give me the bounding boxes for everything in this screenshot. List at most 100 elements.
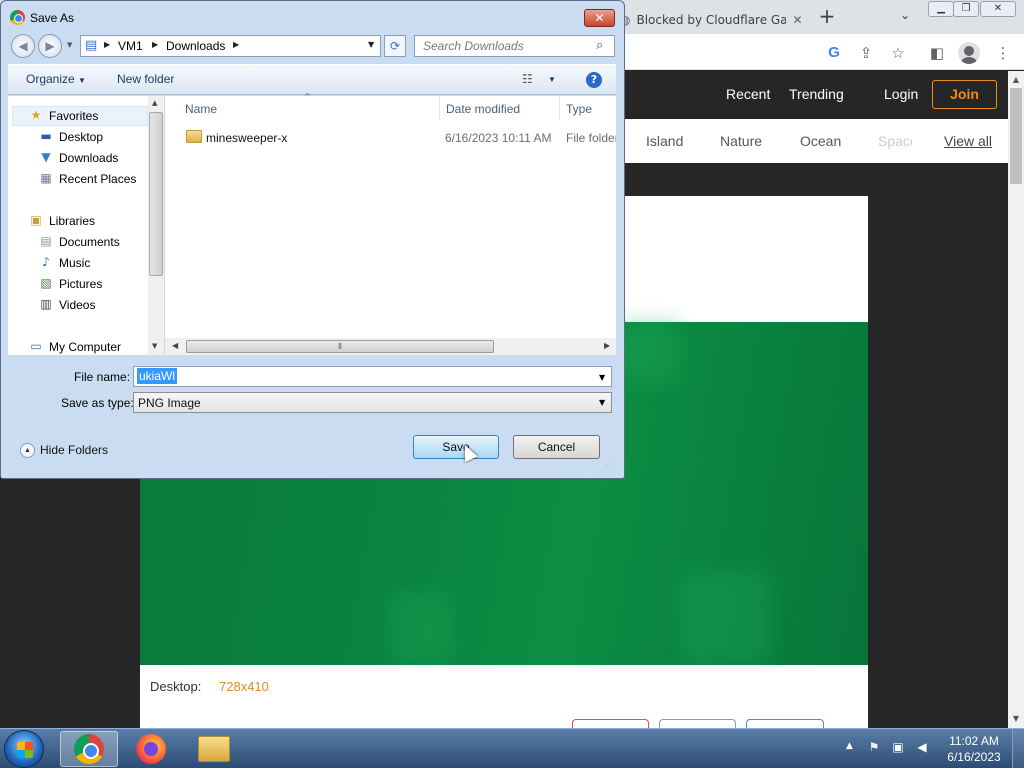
- file-explorer-icon[interactable]: [198, 736, 230, 762]
- category-nature[interactable]: Nature: [720, 133, 762, 149]
- save-button[interactable]: Save: [413, 435, 499, 459]
- sort-ascending-icon: ^: [304, 92, 311, 101]
- desktop-label: Desktop:: [150, 679, 202, 694]
- music-icon: ♪: [42, 255, 50, 269]
- nav-recent[interactable]: Recent: [726, 86, 770, 102]
- change-view-icon[interactable]: ☷: [522, 72, 540, 86]
- file-row-name[interactable]: minesweeper-x: [206, 131, 287, 145]
- hscroll-left-icon[interactable]: ◀: [172, 341, 178, 350]
- address-dropdown-icon[interactable]: ▼: [368, 40, 374, 49]
- tab-search-chevron-icon[interactable]: ⌄: [896, 8, 914, 26]
- breadcrumb-downloads[interactable]: Downloads: [166, 39, 225, 53]
- file-name-label: File name:: [74, 370, 131, 384]
- column-divider[interactable]: [439, 96, 440, 120]
- nav-music[interactable]: Music: [59, 256, 90, 270]
- nav-videos[interactable]: Videos: [59, 298, 95, 312]
- star-icon: ★: [30, 108, 42, 122]
- refresh-button[interactable]: ⟳: [384, 35, 406, 57]
- tab-title: Blocked by Cloudflare Ga: [636, 13, 787, 27]
- show-desktop-button[interactable]: [1012, 729, 1024, 768]
- window-close-button[interactable]: ✕: [980, 1, 1016, 17]
- breadcrumb-arrow-icon[interactable]: ▶: [104, 40, 110, 49]
- menu-kebab-icon[interactable]: ⋮: [992, 42, 1014, 64]
- organize-label: Organize: [26, 72, 75, 86]
- chrome-icon: [74, 734, 104, 764]
- nav-desktop[interactable]: Desktop: [59, 130, 103, 144]
- forward-button[interactable]: ▶: [38, 34, 62, 58]
- resize-grip-icon[interactable]: ⋰: [604, 460, 612, 469]
- page-scroll-thumb[interactable]: [1010, 88, 1022, 184]
- category-ocean[interactable]: Ocean: [800, 133, 841, 149]
- help-icon[interactable]: ?: [586, 72, 602, 88]
- file-name-value[interactable]: ukiaWl: [137, 368, 178, 384]
- tab-blocked-cloudflare[interactable]: ◍ Blocked by Cloudflare Ga ✕: [612, 6, 804, 34]
- organize-button[interactable]: Organize ▼: [26, 72, 86, 86]
- share-icon[interactable]: ⇪: [855, 42, 877, 64]
- dialog-close-button[interactable]: ✕: [584, 9, 615, 27]
- hscroll-right-icon[interactable]: ▶: [604, 341, 610, 350]
- nav-pictures[interactable]: Pictures: [59, 277, 102, 291]
- file-row-date: 6/16/2023 10:11 AM: [445, 131, 552, 145]
- chrome-icon: [10, 10, 25, 25]
- restore-button[interactable]: ❐: [953, 1, 979, 17]
- hscroll-thumb[interactable]: ⦀: [186, 340, 494, 353]
- firefox-icon[interactable]: [136, 734, 166, 764]
- organize-chevron-icon: ▼: [78, 76, 86, 85]
- action-center-icon[interactable]: ⚑: [866, 740, 882, 756]
- scroll-down-icon[interactable]: ▼: [1010, 714, 1022, 723]
- nav-login[interactable]: Login: [884, 86, 918, 102]
- breadcrumb-arrow-icon[interactable]: ▶: [233, 40, 239, 49]
- nav-documents[interactable]: Documents: [59, 235, 120, 249]
- nav-scroll-down-icon[interactable]: ▼: [152, 342, 157, 350]
- google-lens-icon[interactable]: G: [823, 42, 845, 64]
- documents-icon: ▤: [40, 234, 52, 248]
- nav-favorites[interactable]: Favorites: [49, 109, 98, 123]
- column-date-modified[interactable]: Date modified: [446, 102, 520, 116]
- scroll-up-icon[interactable]: ▲: [1010, 75, 1022, 84]
- new-tab-button[interactable]: +: [816, 6, 838, 28]
- nav-scroll-up-icon[interactable]: ▲: [152, 99, 157, 107]
- profile-avatar[interactable]: [958, 42, 980, 64]
- save-as-type-dropdown-icon[interactable]: ▼: [599, 398, 605, 407]
- computer-icon: ▭: [30, 339, 42, 353]
- network-icon[interactable]: ▣: [890, 740, 906, 756]
- column-type[interactable]: Type: [566, 102, 592, 116]
- category-space[interactable]: Space: [878, 133, 912, 149]
- category-island[interactable]: Island: [646, 133, 683, 149]
- breadcrumb-vm1[interactable]: VM1: [118, 39, 143, 53]
- nav-recent-places[interactable]: Recent Places: [59, 172, 136, 186]
- tab-close-icon[interactable]: ✕: [792, 13, 802, 27]
- view-all-link[interactable]: View all: [944, 133, 992, 149]
- desktop-size-link[interactable]: 728x410: [219, 679, 269, 694]
- side-panel-icon[interactable]: ◧: [926, 42, 948, 64]
- system-clock[interactable]: 11:02 AM 6/16/2023: [944, 733, 1004, 765]
- save-as-type-select[interactable]: PNG Image: [133, 392, 612, 413]
- show-hidden-icons-icon[interactable]: ▲: [846, 741, 853, 751]
- new-folder-button[interactable]: New folder: [117, 72, 174, 86]
- search-icon[interactable]: ⌕: [596, 38, 603, 53]
- start-button[interactable]: [4, 730, 44, 768]
- nav-my-computer[interactable]: My Computer: [49, 340, 121, 354]
- view-dropdown-icon[interactable]: ▼: [548, 75, 556, 84]
- nav-scroll-thumb[interactable]: [149, 112, 163, 276]
- file-name-input[interactable]: [133, 366, 612, 387]
- bookmark-star-icon[interactable]: ☆: [887, 42, 909, 64]
- nav-trending[interactable]: Trending: [789, 86, 844, 102]
- cancel-button[interactable]: Cancel: [513, 435, 600, 459]
- join-button[interactable]: Join: [932, 80, 997, 109]
- minimize-button[interactable]: ▁: [928, 1, 954, 17]
- volume-muted-icon[interactable]: ◀: [914, 740, 930, 756]
- file-name-dropdown-icon[interactable]: ▼: [599, 373, 605, 382]
- file-row-type: File folder: [566, 131, 616, 145]
- breadcrumb-arrow-icon[interactable]: ▶: [152, 40, 158, 49]
- videos-icon: ▥: [40, 297, 52, 311]
- pictures-icon: ▧: [40, 276, 52, 290]
- nav-libraries[interactable]: Libraries: [49, 214, 95, 228]
- nav-downloads[interactable]: Downloads: [59, 151, 118, 165]
- search-input[interactable]: Search Downloads: [414, 35, 615, 57]
- column-divider[interactable]: [559, 96, 560, 120]
- back-button[interactable]: ◀: [11, 34, 35, 58]
- recent-locations-icon[interactable]: ▼: [67, 41, 72, 49]
- column-name[interactable]: Name: [185, 102, 217, 116]
- hide-folders-label: Hide Folders: [40, 443, 109, 457]
